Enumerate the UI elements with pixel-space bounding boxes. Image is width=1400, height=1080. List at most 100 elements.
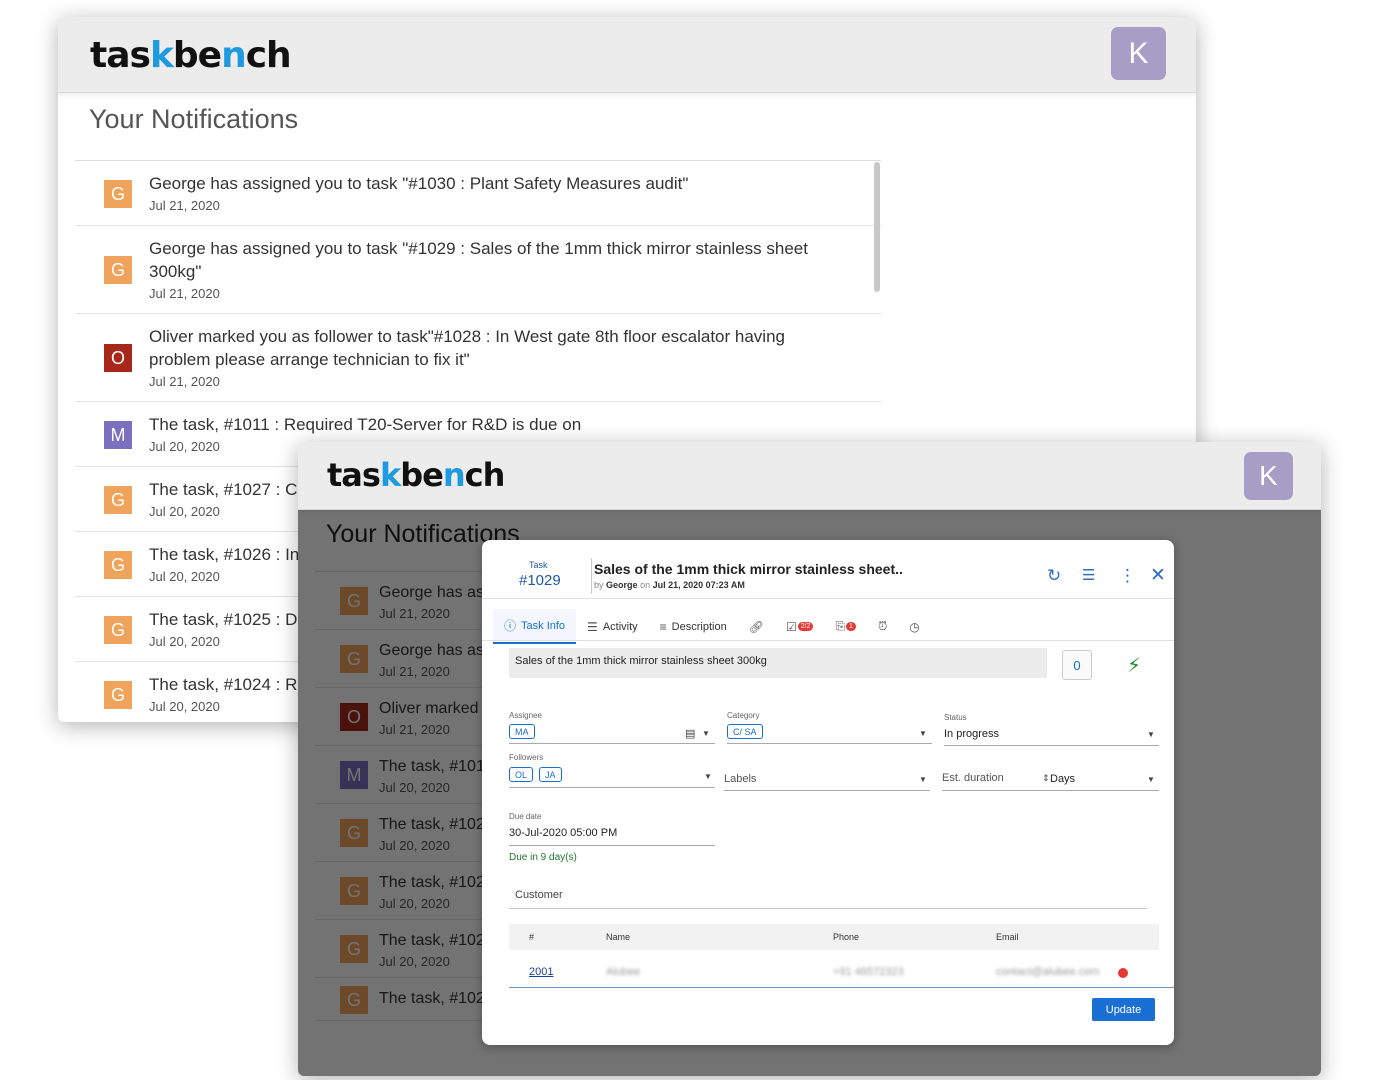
sender-avatar: M xyxy=(104,421,132,449)
assignee-label: Assignee xyxy=(509,711,542,720)
tab-bar: ⓘ Task Info ☰ Activity ≡ Description 🔗︎ ☑ 2/… xyxy=(493,609,931,644)
alarm-icon: ⏰︎ xyxy=(877,619,888,633)
sender-avatar: G xyxy=(104,180,132,208)
stepper-icon[interactable]: ⇕ xyxy=(1042,773,1050,784)
app-header: taskbench K xyxy=(58,17,1196,93)
task-meta: by George on Jul 21, 2020 07:23 AM xyxy=(594,580,745,590)
notification-date: Jul 21, 2020 xyxy=(149,198,220,213)
divider xyxy=(482,598,1174,599)
chevron-down-icon[interactable]: ▼ xyxy=(704,772,712,781)
category-chip[interactable]: C/ SA xyxy=(727,724,763,739)
customer-email: contact@alubee.com xyxy=(996,966,1100,978)
notification-item[interactable]: G George has assigned you to task "#1029 … xyxy=(75,226,881,314)
column-header: Name xyxy=(606,932,631,942)
chevron-down-icon[interactable]: ▼ xyxy=(919,729,927,738)
info-icon: ⓘ xyxy=(504,619,517,633)
tab-task-info[interactable]: ⓘ Task Info xyxy=(493,609,577,644)
task-description-field[interactable]: Sales of the 1mm thick mirror stainless … xyxy=(509,648,1047,678)
update-button[interactable]: Update xyxy=(1092,998,1155,1021)
due-date-label: Due date xyxy=(509,812,542,821)
chevron-down-icon[interactable]: ▼ xyxy=(1147,775,1155,784)
divider xyxy=(482,640,1174,641)
due-date-input[interactable]: 30-Jul-2020 05:00 PM xyxy=(509,827,617,839)
scrollbar[interactable] xyxy=(874,162,880,292)
list-icon: ☰ xyxy=(587,619,598,634)
customer-section-title: Customer xyxy=(515,889,563,901)
table-row: 2001 Alubee +91 46572323 contact@alubee.… xyxy=(509,958,1159,988)
customer-name: Alubee xyxy=(606,966,641,978)
checklist-count-badge: 2/2 xyxy=(797,622,814,631)
taskbench-logo[interactable]: taskbench xyxy=(327,456,505,494)
notification-item[interactable]: G George has assigned you to task "#1030 … xyxy=(75,161,881,226)
status-label: Status xyxy=(944,713,967,722)
status-select[interactable]: In progress xyxy=(944,728,999,740)
notification-text: George has assigned you to task "#1030 :… xyxy=(149,174,689,193)
attachment-icon: ⎘ xyxy=(835,619,846,633)
followers-underline xyxy=(509,787,715,788)
tab-attachments[interactable]: ⎘ 1 xyxy=(824,611,867,642)
sender-avatar: G xyxy=(104,486,132,514)
sender-avatar: G xyxy=(104,681,132,709)
taskbench-logo[interactable]: taskbench xyxy=(90,35,292,76)
remove-customer-icon[interactable] xyxy=(1118,968,1128,978)
sort-list-icon[interactable]: ☰ xyxy=(1082,566,1095,584)
user-avatar[interactable]: K xyxy=(1111,27,1166,80)
divider xyxy=(591,558,592,594)
checklist-icon: ☑ xyxy=(785,619,797,634)
page-title: Your Notifications xyxy=(89,104,299,134)
notification-text: Oliver marked you as follower to task"#1… xyxy=(149,327,785,369)
assignee-underline xyxy=(509,743,715,744)
tab-checklist[interactable]: ☑ 2/2 xyxy=(775,612,825,642)
status-underline xyxy=(944,745,1159,746)
divider xyxy=(509,987,1174,988)
notification-date: Jul 21, 2020 xyxy=(149,374,220,389)
lines-icon: ≡ xyxy=(659,619,667,634)
task-label: Task xyxy=(529,560,548,570)
clock-icon: ◷ xyxy=(909,619,920,634)
follower-chip[interactable]: JA xyxy=(539,767,562,782)
customer-phone: +91 46572323 xyxy=(833,966,904,978)
customer-id-link[interactable]: 2001 xyxy=(529,966,553,978)
contact-card-icon[interactable]: ▤ xyxy=(685,727,695,740)
tab-links[interactable]: 🔗︎ xyxy=(738,612,775,642)
chevron-down-icon[interactable]: ▼ xyxy=(919,775,927,784)
refresh-icon[interactable]: ↻ xyxy=(1047,566,1061,586)
priority-toggle-button[interactable]: 0 xyxy=(1062,650,1092,680)
tab-reminders[interactable]: ⏰︎ xyxy=(867,611,898,642)
chevron-down-icon[interactable]: ▼ xyxy=(1147,730,1155,739)
labels-input[interactable]: Labels xyxy=(724,773,756,785)
duration-unit-select[interactable]: Days xyxy=(1050,773,1075,785)
category-underline xyxy=(727,743,932,744)
category-label: Category xyxy=(727,711,760,720)
customer-table-header: # Name Phone Email xyxy=(509,924,1159,950)
sender-avatar: G xyxy=(104,551,132,579)
task-title: Sales of the 1mm thick mirror stainless … xyxy=(594,561,903,577)
due-date-underline xyxy=(509,845,715,846)
close-icon[interactable]: ✕ xyxy=(1150,564,1166,587)
notification-date: Jul 21, 2020 xyxy=(149,286,220,301)
est-duration-underline xyxy=(942,790,1159,791)
notification-text: The task, #1011 : Required T20-Server fo… xyxy=(149,415,582,434)
more-vert-icon[interactable]: ⋮ xyxy=(1119,566,1136,586)
bolt-icon[interactable]: ⚡︎ xyxy=(1127,653,1141,678)
user-avatar[interactable]: K xyxy=(1244,452,1293,500)
assignee-chip[interactable]: MA xyxy=(509,724,535,739)
app-header: taskbench K xyxy=(298,442,1321,510)
tab-activity[interactable]: ☰ Activity xyxy=(576,612,649,642)
column-header: Phone xyxy=(833,932,860,942)
tab-description[interactable]: ≡ Description xyxy=(649,612,738,642)
due-note: Due in 9 day(s) xyxy=(509,852,577,863)
task-number: #1029 xyxy=(519,572,561,589)
tab-history[interactable]: ◷ xyxy=(898,612,930,642)
attachment-count-badge: 1 xyxy=(846,622,856,631)
task-modal: Task #1029 Sales of the 1mm thick mirror… xyxy=(482,540,1174,1045)
follower-chip[interactable]: OL xyxy=(509,767,534,782)
followers-label: Followers xyxy=(509,753,544,762)
est-duration-input[interactable]: Est. duration xyxy=(942,772,1004,784)
notification-text: George has assigned you to task "#1029 :… xyxy=(149,239,808,281)
sender-avatar: G xyxy=(104,616,132,644)
sender-avatar: G xyxy=(104,256,132,284)
chevron-down-icon[interactable]: ▼ xyxy=(702,729,710,738)
notification-item[interactable]: O Oliver marked you as follower to task"#… xyxy=(75,314,881,402)
task-detail-window: taskbench K Your Notifications GGeorge h… xyxy=(298,442,1321,1076)
